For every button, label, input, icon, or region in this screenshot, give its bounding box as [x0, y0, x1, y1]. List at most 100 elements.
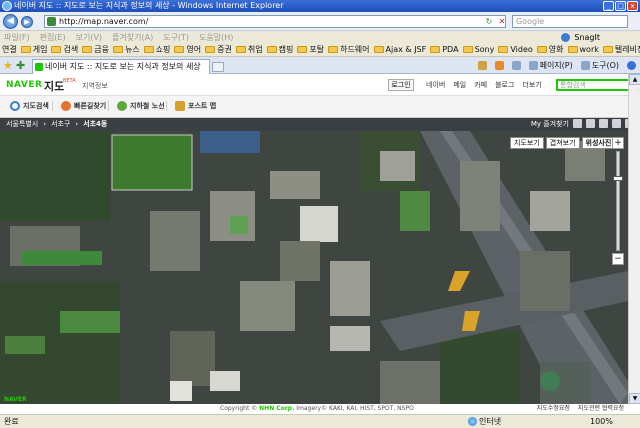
add-favorite-icon[interactable]: ✚ — [16, 59, 25, 72]
zoom-out-button[interactable]: − — [612, 253, 624, 265]
subway-tab[interactable]: 지하철 노선 — [108, 101, 165, 111]
measure-icon[interactable] — [612, 119, 621, 128]
security-zone: 인터넷 — [468, 415, 501, 428]
folder-icon — [112, 46, 123, 53]
page-menu[interactable]: 페이지(P) — [528, 60, 573, 71]
menu-tools[interactable]: 도구(T) — [163, 32, 189, 43]
satellite-map[interactable] — [0, 131, 628, 404]
link-label: 쇼핑 — [155, 45, 171, 54]
breadcrumb-city[interactable]: 서울특별시 — [6, 118, 38, 131]
link-map-icon[interactable] — [599, 119, 608, 128]
nav-more[interactable]: 더보기 — [522, 80, 541, 90]
tab-overlay-view[interactable]: 겹쳐보기 — [545, 137, 580, 149]
menu-view[interactable]: 보기(V) — [76, 32, 102, 43]
nav-naver[interactable]: 네이버 — [426, 80, 445, 90]
link-item[interactable]: 하드웨어 — [328, 44, 370, 55]
breadcrumb-dong[interactable]: 서초4동 — [83, 118, 107, 131]
email-map-icon[interactable] — [586, 119, 595, 128]
link-item[interactable]: Video — [498, 45, 533, 54]
naver-logo[interactable]: NAVER — [6, 80, 42, 90]
refresh-button[interactable]: ↻ — [483, 15, 495, 28]
address-bar[interactable]: http://map.naver.com/ — [44, 15, 506, 28]
breadcrumb-district[interactable]: 서초구 — [51, 118, 70, 131]
snagit-toolbar[interactable]: SnagIt — [561, 31, 600, 43]
menu-file[interactable]: 파일(F) — [4, 32, 30, 43]
integrated-search-input[interactable]: 통합검색 — [556, 79, 630, 91]
link-item[interactable]: 포탈 — [297, 44, 324, 55]
tab-satellite-view[interactable]: 위성사진 — [581, 137, 616, 149]
link-item[interactable]: 금융 — [82, 44, 109, 55]
zoom-slider-handle[interactable] — [613, 176, 623, 181]
nav-mail[interactable]: 메일 — [453, 80, 466, 90]
globe-icon — [468, 417, 477, 426]
browser-tab[interactable]: 네이버 지도 :: 지도로 보는 지식과 정보의 세상 — [32, 59, 210, 74]
help-icon[interactable] — [627, 60, 636, 70]
forward-button[interactable]: ▶ — [21, 16, 33, 28]
link-item[interactable]: work — [567, 45, 599, 54]
back-button[interactable]: ◀ — [3, 14, 18, 29]
link-label: work — [579, 45, 599, 54]
tool-label: 지하철 노선 — [130, 102, 165, 110]
link-item[interactable]: Sony — [462, 45, 494, 54]
my-favorites-link[interactable]: My 즐겨찾기 — [531, 119, 569, 130]
quick-route-tab[interactable]: 빠른길찾기 — [52, 101, 106, 111]
zoom-in-button[interactable]: + — [612, 137, 624, 149]
folder-icon — [82, 46, 93, 53]
link-item[interactable]: 뉴스 — [112, 44, 140, 55]
new-tab-button[interactable] — [212, 62, 224, 72]
footer-link-edit-request[interactable]: 지도수정요청 — [537, 404, 570, 414]
link-item[interactable]: Ajax & JSF — [373, 45, 426, 54]
menu-favorites[interactable]: 즐겨찾기(A) — [112, 32, 153, 43]
map-search-tab[interactable]: 지도검색 — [10, 101, 49, 111]
zoom-level[interactable]: 100% — [590, 415, 613, 428]
folder-icon — [20, 46, 31, 53]
beta-badge: BETA — [63, 78, 76, 84]
gear-icon — [580, 60, 590, 70]
page-scrollbar[interactable]: ▲ ▼ — [628, 74, 640, 404]
print-icon[interactable] — [511, 60, 521, 70]
favorites-star-icon[interactable]: ★ — [3, 59, 13, 72]
link-item[interactable]: 검색 — [51, 44, 78, 55]
link-item[interactable]: 캠핑 — [266, 44, 293, 55]
link-label: 하드웨어 — [340, 45, 370, 54]
maximize-button[interactable]: □ — [615, 1, 626, 11]
print-map-icon[interactable] — [573, 119, 582, 128]
ie-icon — [2, 1, 12, 11]
home-icon[interactable] — [477, 60, 487, 70]
footer-link-partnership[interactable]: 지도관련 협력요청 — [578, 404, 624, 414]
links-label: 연결 — [2, 45, 17, 54]
zoom-slider[interactable] — [613, 151, 623, 251]
minimize-button[interactable]: _ — [603, 1, 614, 11]
nav-blog[interactable]: 블로그 — [495, 80, 514, 90]
menu-help[interactable]: 도움말(H) — [199, 32, 233, 43]
address-url: http://map.naver.com/ — [59, 17, 149, 26]
tool-label: 포스트 맵 — [188, 102, 217, 110]
close-button[interactable]: x — [627, 1, 638, 11]
breadcrumb-separator-icon: › — [75, 120, 79, 128]
link-item[interactable]: PDA — [430, 45, 459, 54]
link-item[interactable]: 영화 — [536, 44, 564, 55]
tools-menu[interactable]: 도구(O) — [580, 60, 619, 71]
feeds-icon[interactable] — [494, 60, 504, 70]
link-item[interactable]: 취업 — [235, 44, 263, 55]
naver-favicon-icon — [35, 63, 43, 71]
link-item[interactable]: 게임 — [20, 44, 47, 55]
scroll-down-button[interactable]: ▼ — [629, 393, 640, 404]
menu-bar: 파일(F) 편집(E) 보기(V) 즐겨찾기(A) 도구(T) 도움말(H) — [0, 31, 640, 43]
link-item[interactable]: 텔레비전 — [602, 44, 640, 55]
region-info-link[interactable]: 지역정보 — [82, 81, 108, 91]
tab-map-view[interactable]: 지도보기 — [510, 137, 544, 149]
nav-cafe[interactable]: 카페 — [474, 80, 487, 90]
post-map-tab[interactable]: 포스트 맵 — [166, 101, 216, 111]
link-item[interactable]: 증권 — [205, 44, 232, 55]
search-input[interactable]: Google — [512, 15, 628, 28]
menu-edit[interactable]: 편집(E) — [40, 32, 66, 43]
link-item[interactable]: 영어 — [174, 44, 201, 55]
folder-icon — [536, 46, 547, 53]
service-title[interactable]: 지도 — [44, 78, 64, 94]
login-button[interactable]: 로그인 — [388, 79, 414, 91]
scroll-up-button[interactable]: ▲ — [629, 74, 640, 85]
map-tool-row: 지도검색 빠른길찾기 지하철 노선 포스트 맵 — [0, 96, 640, 118]
stop-button[interactable]: ✕ — [496, 15, 508, 28]
link-item[interactable]: 쇼핑 — [143, 44, 171, 55]
